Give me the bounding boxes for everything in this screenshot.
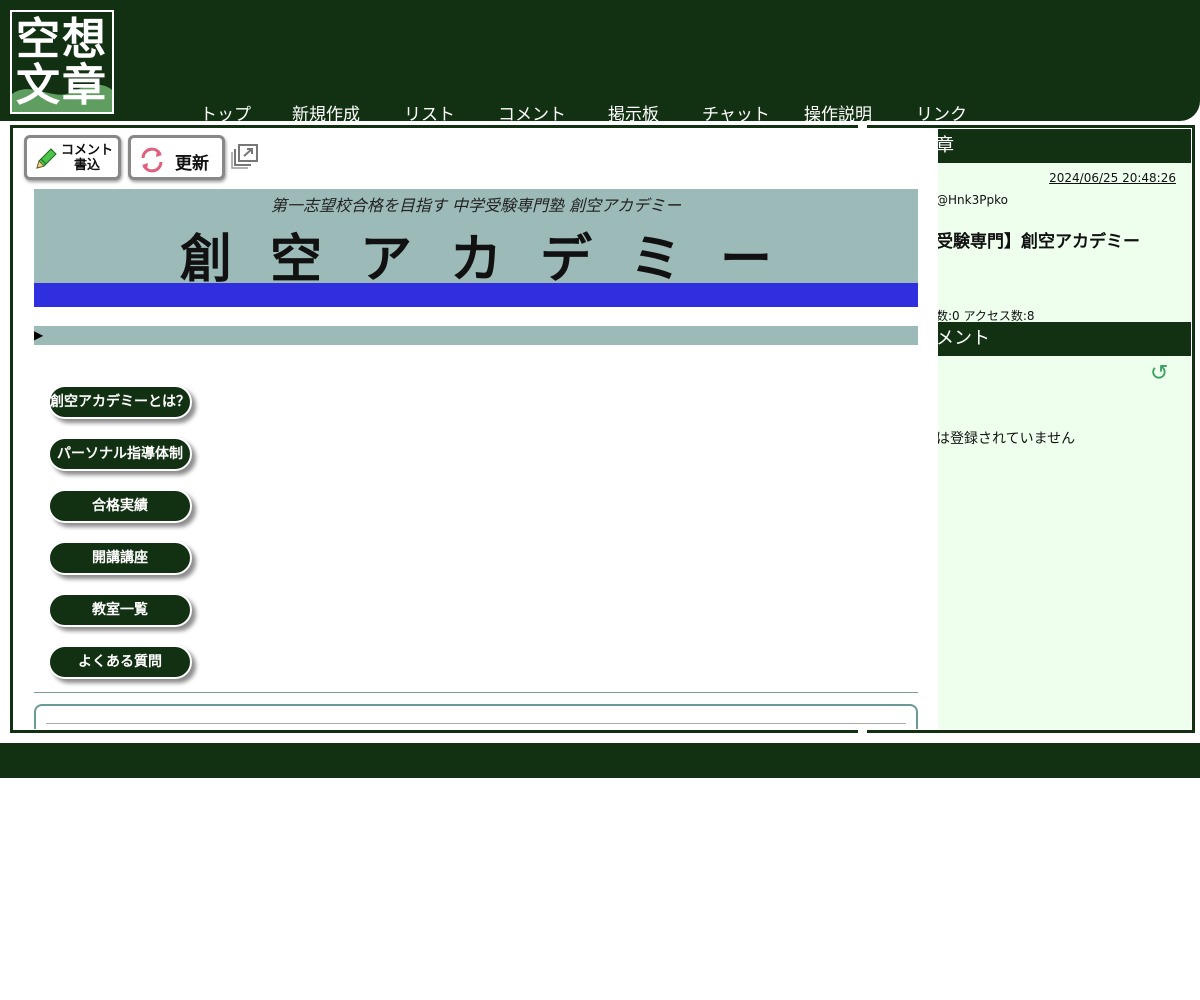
- frame-divider-top: [858, 121, 867, 129]
- section-bar: ▶: [34, 326, 918, 345]
- content-box: [34, 704, 918, 729]
- author-id: @Hnk3Ppko: [938, 193, 1008, 207]
- no-comments-text: は登録されていません: [938, 431, 1076, 447]
- menu-personal-guidance[interactable]: パーソナル指導体制: [48, 437, 192, 471]
- site-header: 空 想 文 章 トップ 新規作成 リスト コメント 掲示板 チャット 操作説明 …: [0, 0, 1200, 125]
- comment-button-label-1: コメント: [60, 143, 113, 158]
- menu-courses[interactable]: 開講講座: [48, 541, 192, 575]
- article-info-title: 章: [938, 135, 954, 156]
- menu-classrooms[interactable]: 教室一覧: [48, 593, 192, 627]
- logo-char: 想: [62, 14, 106, 65]
- nav-links[interactable]: リンク: [916, 100, 967, 125]
- menu-faq[interactable]: よくある質問: [48, 645, 192, 679]
- academy-banner: 第一志望校合格を目指す 中学受験専門塾 創空アカデミー 創空アカデミー: [34, 189, 918, 307]
- open-window-icon[interactable]: [231, 143, 259, 169]
- nav-comment[interactable]: コメント: [498, 100, 566, 125]
- site-logo[interactable]: 空 想 文 章: [10, 10, 114, 114]
- update-button[interactable]: 更新: [128, 135, 225, 180]
- article-title: 受験専門】創空アカデミー: [938, 232, 1140, 252]
- banner-bar: [34, 283, 918, 307]
- menu-results[interactable]: 合格実績: [48, 489, 192, 523]
- logo-char: 文: [16, 60, 60, 111]
- box-divider: [46, 723, 906, 724]
- site-footer: [0, 743, 1200, 778]
- reload-comments-icon[interactable]: ↺: [1150, 361, 1168, 386]
- update-button-label: 更新: [175, 154, 209, 174]
- banner-title: 創空アカデミー: [179, 230, 810, 290]
- menu-about[interactable]: 創空アカデミーとは？: [48, 385, 192, 419]
- article-content[interactable]: コメント 書込 更新 第一志望校合格を目指す 中学受験専門塾 創空アカデミー 創…: [14, 129, 938, 729]
- comment-header: メント: [938, 322, 1191, 356]
- frame-divider-bottom: [858, 728, 867, 736]
- nav-chat[interactable]: チャット: [702, 100, 770, 125]
- comment-header-title: メント: [938, 328, 990, 349]
- divider: [34, 692, 918, 693]
- nav-list[interactable]: リスト: [404, 100, 455, 125]
- nav-new[interactable]: 新規作成: [292, 100, 360, 125]
- banner-subtitle: 第一志望校合格を目指す 中学受験専門塾 創空アカデミー: [270, 196, 682, 215]
- comment-write-button[interactable]: コメント 書込: [24, 135, 121, 180]
- logo-char: 空: [16, 14, 60, 65]
- article-date[interactable]: 2024/06/25 20:48:26: [1049, 171, 1176, 185]
- comment-button-label-2: 書込: [73, 158, 100, 173]
- refresh-icon: [141, 147, 163, 173]
- logo-char: 章: [62, 60, 106, 111]
- nav-board[interactable]: 掲示板: [608, 100, 659, 125]
- pencil-icon: [36, 148, 57, 169]
- nav-top[interactable]: トップ: [200, 100, 251, 125]
- right-panel: 章 2024/06/25 20:48:26 @Hnk3Ppko 受験専門】創空ア…: [938, 129, 1191, 729]
- article-info-header: 章: [938, 129, 1191, 163]
- expand-arrow-icon[interactable]: ▶: [34, 328, 43, 342]
